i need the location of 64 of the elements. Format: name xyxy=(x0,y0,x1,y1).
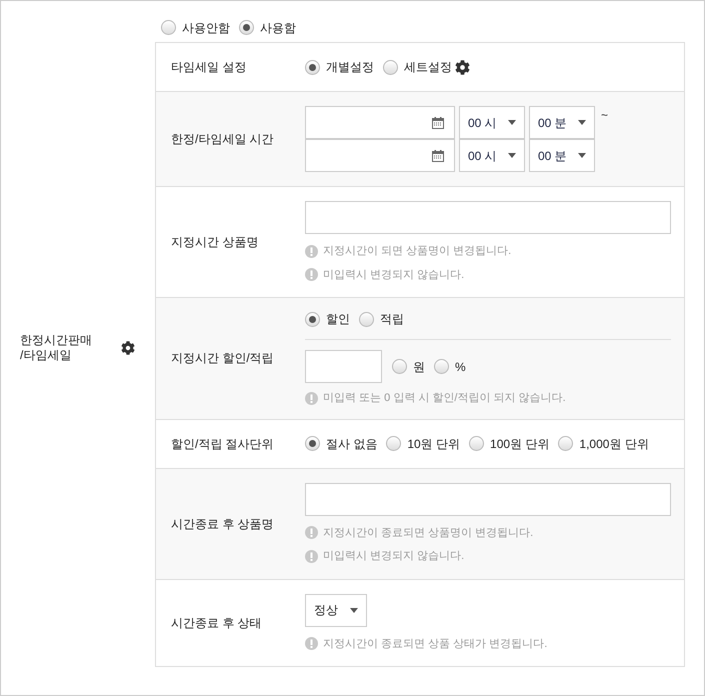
field-label: 타임세일 설정 xyxy=(170,59,248,76)
radio-label: 절사 없음 xyxy=(326,436,378,452)
field-label: 시간종료 후 상품명 xyxy=(170,516,275,532)
hint-text: 미입력시 변경되지 않습니다. xyxy=(323,549,464,564)
caret-icon xyxy=(350,608,358,612)
info-icon xyxy=(305,244,318,258)
radio-label: 1,000원 단위 xyxy=(579,436,649,452)
radio-button[interactable] xyxy=(469,436,484,451)
amount-field[interactable] xyxy=(305,350,382,383)
calendar-icon xyxy=(432,116,444,128)
radio-label: 사용함 xyxy=(260,20,296,36)
info-icon xyxy=(305,392,318,405)
calendar-icon xyxy=(432,150,444,162)
field-label: 시간종료 후 상태 xyxy=(170,614,263,632)
radio-label: 세트설정 xyxy=(404,59,452,76)
dropdown[interactable]: 00 시 xyxy=(459,106,525,139)
radio-button[interactable] xyxy=(305,60,320,74)
text-field[interactable] xyxy=(305,482,671,516)
hint-text: 지정시간이 종료되면 상품 상태가 변경됩니다. xyxy=(323,636,548,652)
status-dropdown[interactable]: 정상 xyxy=(305,594,367,626)
date-field[interactable] xyxy=(305,139,455,172)
caret-icon xyxy=(508,153,516,158)
radio-button[interactable] xyxy=(239,20,254,35)
radio-button[interactable] xyxy=(392,359,407,374)
hint-text: 미입력 또는 0 입력 시 할인/적립이 되지 않습니다. xyxy=(323,391,566,406)
radio-label: 개별설정 xyxy=(326,59,374,76)
field-label: 지정시간 할인/적립 xyxy=(170,350,275,368)
radio-button[interactable] xyxy=(305,436,320,451)
gear-icon[interactable] xyxy=(121,341,135,355)
field-label: 지정시간 상품명 xyxy=(170,234,260,251)
radio-button[interactable] xyxy=(383,60,398,74)
info-icon xyxy=(305,550,318,563)
info-icon xyxy=(305,268,318,282)
radio-button[interactable] xyxy=(558,436,574,451)
radio-label: 10원 단위 xyxy=(407,436,460,452)
dropdown[interactable]: 00 분 xyxy=(529,139,595,172)
caret-icon xyxy=(578,153,586,158)
info-icon xyxy=(305,526,318,540)
dropdown[interactable]: 00 분 xyxy=(529,106,595,139)
date-field[interactable] xyxy=(305,106,455,139)
radio-button[interactable] xyxy=(305,312,320,326)
radio-label: 할인 xyxy=(326,311,350,328)
radio-label: 사용안함 xyxy=(182,20,230,36)
radio-button[interactable] xyxy=(434,359,449,374)
radio-label: 적립 xyxy=(380,311,404,328)
dropdown[interactable]: 00 시 xyxy=(459,139,525,172)
radio-button[interactable] xyxy=(386,436,402,451)
radio-button[interactable] xyxy=(359,312,374,326)
caret-icon xyxy=(578,120,586,125)
hint-text: 미입력시 변경되지 않습니다. xyxy=(323,268,464,282)
field-label: 한정/타임세일 시간 xyxy=(170,131,275,148)
hint-text: 지정시간이 종료되면 상품명이 변경됩니다. xyxy=(323,526,534,540)
hint-text: 지정시간이 되면 상품명이 변경됩니다. xyxy=(323,244,512,259)
field-label: 할인/적립 절사단위 xyxy=(170,436,275,452)
radio-label: % xyxy=(455,358,466,376)
section-label: 한정시간판매 /타임세일 xyxy=(20,333,92,363)
radio-button[interactable] xyxy=(161,20,176,35)
range-separator: ~ xyxy=(601,107,608,124)
radio-label: 100원 단위 xyxy=(490,436,550,452)
caret-icon xyxy=(508,120,516,125)
info-icon xyxy=(305,637,318,650)
gear-icon[interactable] xyxy=(455,60,470,74)
radio-label: 원 xyxy=(413,358,425,376)
text-field[interactable] xyxy=(305,201,671,234)
